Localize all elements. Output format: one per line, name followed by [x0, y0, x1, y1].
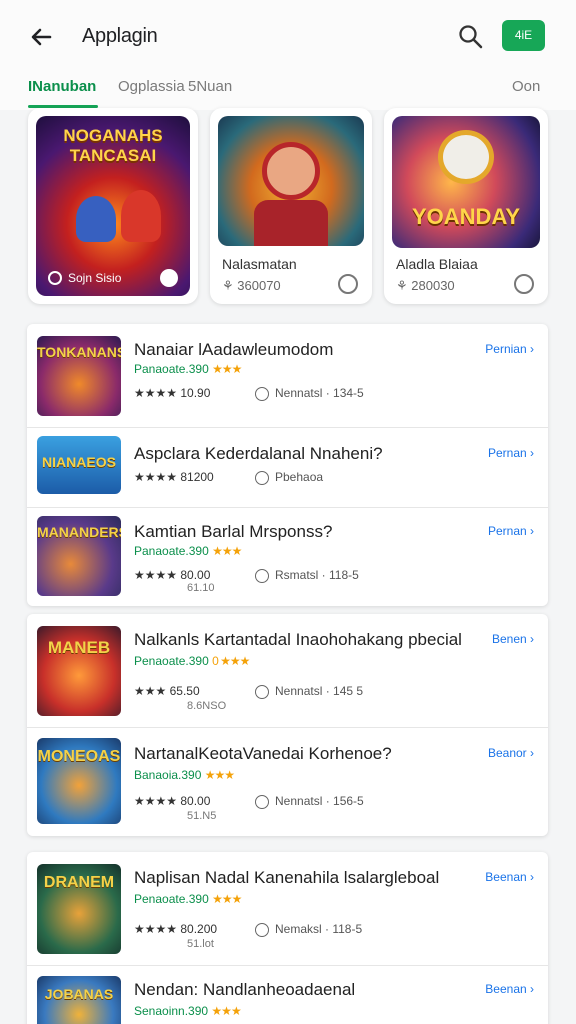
app-title: Nalkanls Kartantadal Inaohohakang pbecia… — [134, 630, 462, 649]
mascot-face — [438, 130, 494, 184]
app-list-card: TONKANANS Nanaiar lAadawleumodom Panaoat… — [27, 324, 548, 606]
info-icon — [255, 922, 269, 937]
open-link[interactable]: Beenan › — [485, 870, 534, 884]
app-list-card: DRANEM Naplisan Nadal Kanenahila lsalarg… — [27, 852, 548, 1024]
featured-name: Nalasmatan — [222, 256, 297, 272]
character-body — [254, 200, 328, 246]
featured-meta: ⚘ 280030 — [396, 278, 455, 293]
info-icon — [255, 568, 269, 583]
app-subtitle: Penaoate.390 0 ★★★ — [134, 654, 250, 668]
app-title: Nendan: Nandlanheoadaenal — [134, 980, 356, 999]
featured-art-title-3: YOANDAY — [412, 204, 520, 229]
app-thumbnail: MANEB — [37, 626, 121, 716]
app-info: Rsmatsl · 118-5 — [255, 568, 359, 583]
tab-bar: INanuban Ogplassia 5Nuan Oon — [0, 70, 576, 110]
featured-name: Aladla Blaiaa — [396, 256, 478, 272]
featured-card-2[interactable]: Nalasmatan ⚘ 360070 — [210, 108, 372, 304]
app-thumbnail: DRANEM — [37, 864, 121, 954]
open-link[interactable]: Pernan › — [488, 524, 534, 538]
tab-fourth[interactable]: Oon — [512, 78, 540, 95]
info-icon — [255, 684, 269, 699]
app-list-card: MANEB Nalkanls Kartantadal Inaohohakang … — [27, 614, 548, 836]
featured-art-1: NOGANAHS TANCASAI Sojn Sisio — [36, 116, 190, 296]
thumbnail-title: NIANAEOS — [42, 454, 116, 470]
action-button[interactable]: 4iE — [502, 20, 545, 51]
info-icon — [255, 386, 269, 401]
app-subtitle: Panaoate.390 ★★★ — [134, 362, 242, 376]
back-arrow-icon[interactable] — [26, 22, 56, 52]
search-icon[interactable] — [456, 22, 486, 52]
thumbnail-title: JOBANAS — [44, 986, 114, 1002]
tab-second[interactable]: Ogplassia — [118, 78, 185, 95]
app-thumbnail: JOBANAS — [37, 976, 121, 1024]
info-icon — [255, 470, 269, 485]
app-thumbnail: MONEOAS — [37, 738, 121, 824]
featured-card-1[interactable]: NOGANAHS TANCASAI Sojn Sisio — [28, 108, 198, 304]
list-item[interactable]: NIANAEOS Aspclara Kederdalanal Nnaheni? … — [27, 428, 548, 508]
app-title: Aspclara Kederdalanal Nnaheni? — [134, 444, 383, 463]
hero-figure-a — [76, 196, 116, 242]
app-rating: ★★★ 65.50 — [134, 684, 200, 698]
play-icon[interactable] — [160, 269, 178, 287]
open-link[interactable]: Benen › — [492, 632, 534, 646]
app-rating: ★★★★ 80.00 — [134, 794, 211, 808]
app-title: Naplisan Nadal Kanenahila lsalargleboal — [134, 868, 440, 887]
list-item[interactable]: JOBANAS Nendan: Nandlanheoadaenal Senaoi… — [27, 966, 548, 1024]
list-item[interactable]: TONKANANS Nanaiar lAadawleumodom Panaoat… — [27, 324, 548, 428]
list-item[interactable]: MANEB Nalkanls Kartantadal Inaohohakang … — [27, 614, 548, 728]
app-info: Nennatsl · 134-5 — [255, 386, 364, 401]
app-subtitle: Senaoinn.390 ★★★ — [134, 1004, 242, 1018]
page-title: Applagin — [82, 25, 158, 47]
app-rating-secondary: 51.lot — [187, 938, 214, 950]
app-thumbnail: NIANAEOS — [37, 436, 121, 494]
app-title: NartanalKeotaVanedai Korhenoe? — [134, 744, 392, 763]
hero-figure-b — [121, 190, 161, 242]
app-thumbnail: MANANDERS — [37, 516, 121, 596]
app-title: Kamtian Barlal Mrsponss? — [134, 522, 333, 541]
featured-caption: Sojn Sisio — [68, 271, 122, 285]
thumbnail-title: TONKANANS — [37, 344, 121, 360]
clock-icon — [48, 271, 62, 285]
open-link[interactable]: Beanor › — [488, 746, 534, 760]
app-rating-secondary: 51.N5 — [187, 810, 217, 822]
app-bar: Applagin 4iE — [0, 0, 576, 70]
open-link[interactable]: Beenan › — [485, 982, 534, 996]
app-rating-secondary: 61.10 — [187, 582, 215, 594]
featured-meta: ⚘ 360070 — [222, 278, 281, 293]
list-item[interactable]: MANANDERS Kamtian Barlal Mrsponss? Panao… — [27, 508, 548, 606]
app-subtitle: Banaoia.390 ★★★ — [134, 768, 235, 782]
thumbnail-title: DRANEM — [43, 874, 115, 891]
app-rating-secondary: 8.6NSO — [187, 700, 227, 712]
thumbnail-title: MONEOAS — [37, 748, 121, 765]
featured-art-3: YOANDAY — [392, 116, 540, 248]
tab-third[interactable]: 5Nuan — [188, 78, 232, 95]
app-title: Nanaiar lAadawleumodom — [134, 340, 334, 359]
comment-icon[interactable] — [338, 274, 358, 294]
list-item[interactable]: DRANEM Naplisan Nadal Kanenahila lsalarg… — [27, 852, 548, 966]
app-rating: ★★★★ 80.200 — [134, 922, 218, 936]
app-info: Nennatsl · 156-5 — [255, 794, 364, 809]
featured-art-2 — [218, 116, 364, 246]
app-info: Pbehaoa — [255, 470, 323, 485]
comment-icon[interactable] — [514, 274, 534, 294]
featured-caption-bar: Sojn Sisio — [46, 268, 180, 290]
thumbnail-title: MANANDERS — [37, 524, 121, 540]
tab-featured[interactable]: INanuban — [28, 78, 96, 95]
app-thumbnail: TONKANANS — [37, 336, 121, 416]
app-rating: ★★★★ 80.00 — [134, 568, 211, 582]
app-info: Nennatsl · 145 5 — [255, 684, 363, 699]
app-info: Nemaksl · 118-5 — [255, 922, 362, 937]
featured-art-title: NOGANAHS TANCASAI — [63, 126, 163, 165]
open-link[interactable]: Pernan › — [488, 446, 534, 460]
app-subtitle: Penaoate.390 ★★★ — [134, 892, 242, 906]
list-item[interactable]: MONEOAS NartanalKeotaVanedai Korhenoe? B… — [27, 728, 548, 836]
app-rating: ★★★★ 81200 — [134, 470, 214, 484]
app-rating: ★★★★ 10.90 — [134, 386, 211, 400]
thumbnail-title: MANEB — [47, 638, 111, 657]
info-icon — [255, 794, 269, 809]
featured-card-3[interactable]: YOANDAY Aladla Blaiaa ⚘ 280030 — [384, 108, 548, 304]
open-link[interactable]: Pernian › — [485, 342, 534, 356]
character-face — [262, 142, 320, 200]
app-subtitle: Panaoate.390 ★★★ — [134, 544, 242, 558]
